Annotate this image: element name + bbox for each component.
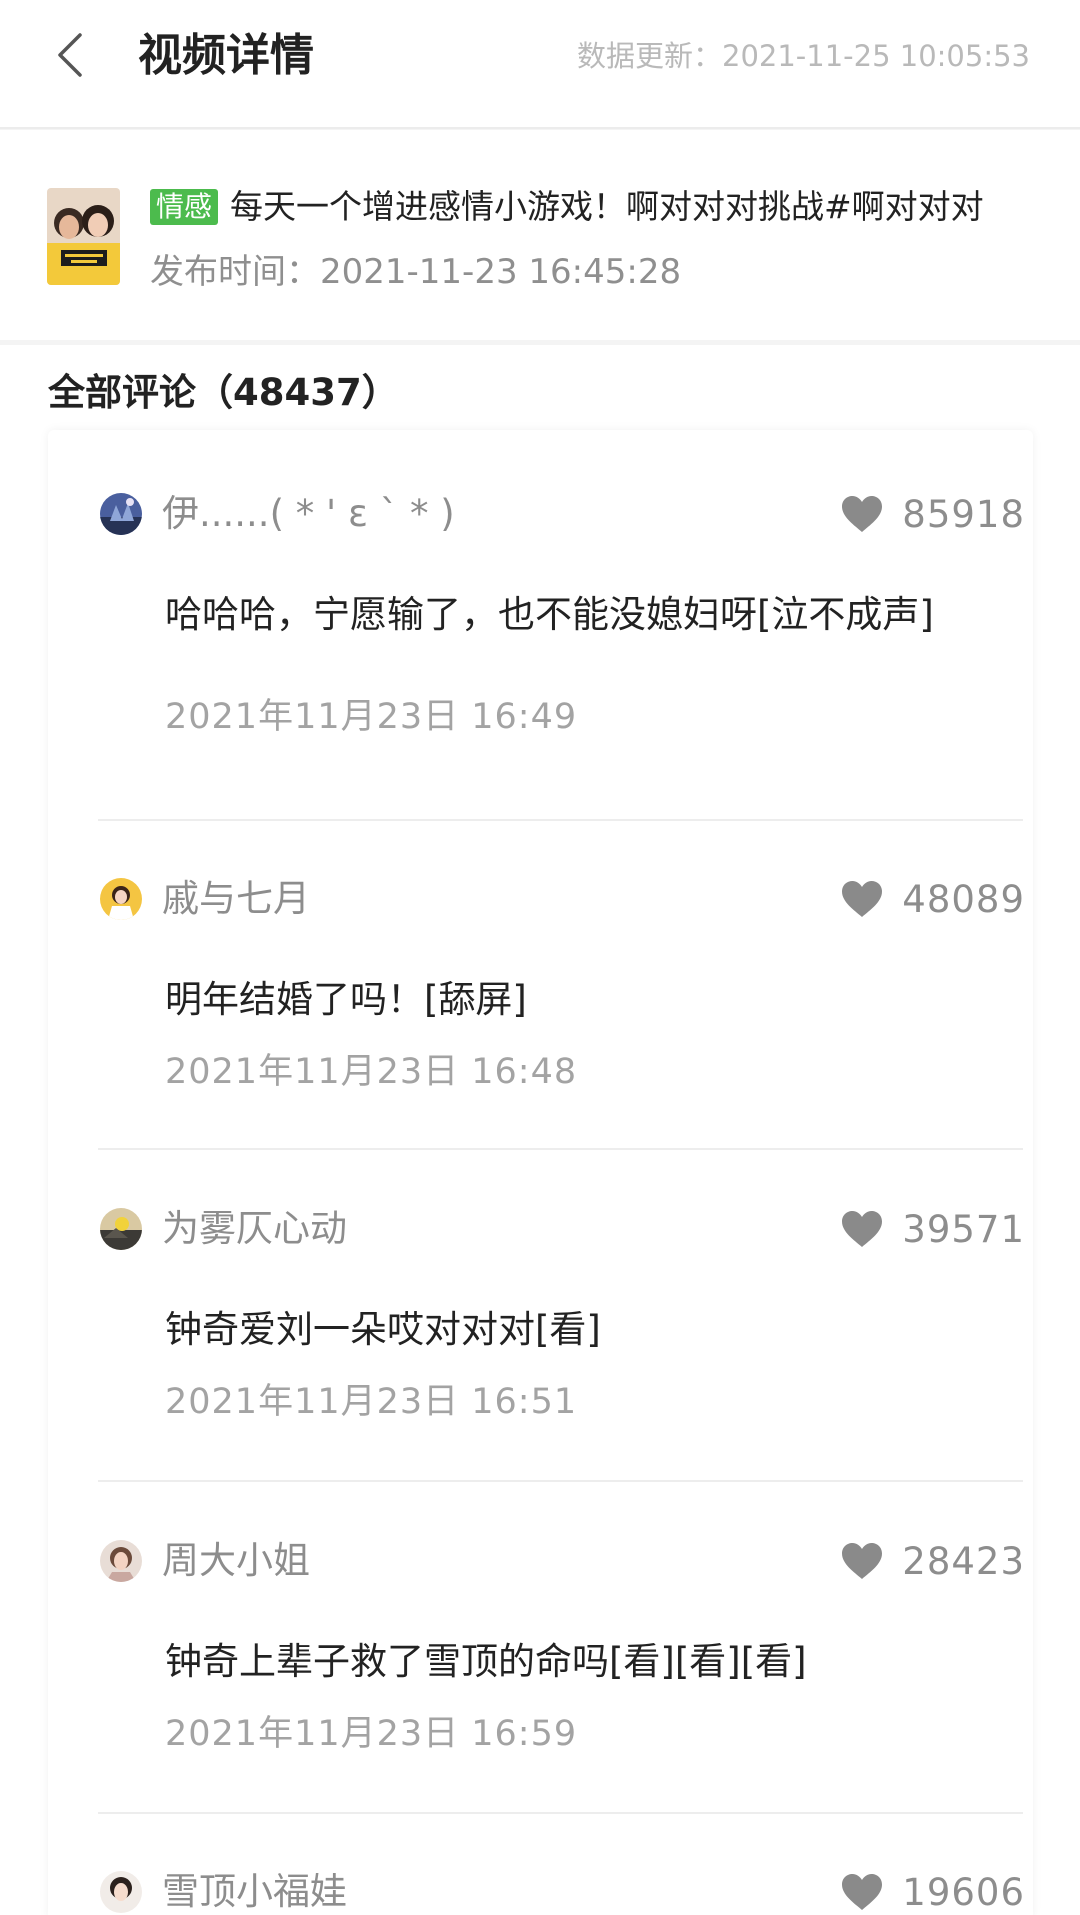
- page: 视频详情 数据更新：2021-11-25 10:05:53 情感 每天一个增进感…: [0, 0, 1080, 1915]
- heart-icon: [842, 1211, 883, 1247]
- comment-header: 伊......( * ' ε ` * ) 85918: [100, 490, 1025, 540]
- like-button[interactable]: 19606: [840, 1868, 1025, 1915]
- video-info-card[interactable]: 情感 每天一个增进感情小游戏！啊对对对挑战#啊对对对 发布时间：2021-11-…: [0, 130, 1080, 340]
- like-button[interactable]: 48089: [840, 875, 1025, 923]
- comment-header: 周大小姐 28423: [100, 1537, 1025, 1587]
- like-count: 39571: [902, 1207, 1025, 1251]
- username[interactable]: 周大小姐: [162, 1537, 310, 1585]
- category-tag: 情感: [150, 189, 219, 225]
- comment-divider: [98, 819, 1023, 821]
- comment-header: 为雾仄心动 39571: [100, 1205, 1025, 1255]
- heart-icon: [842, 1874, 883, 1910]
- comment-header: 雪顶小福娃 19606: [100, 1868, 1025, 1915]
- comments-header: 全部评论（48437）: [48, 371, 399, 414]
- comment-time: 2021年11月23日 16:51: [165, 1382, 578, 1422]
- avatar[interactable]: [100, 493, 142, 535]
- avatar[interactable]: [100, 1871, 142, 1913]
- comment-header: 戚与七月 48089: [100, 875, 1025, 925]
- like-button[interactable]: 39571: [840, 1205, 1025, 1253]
- comment-divider: [98, 1480, 1023, 1482]
- heart-icon: [842, 1543, 883, 1579]
- username[interactable]: 戚与七月: [162, 875, 310, 923]
- like-count: 28423: [902, 1539, 1025, 1583]
- username[interactable]: 雪顶小福娃: [162, 1868, 347, 1915]
- heart-icon: [842, 881, 883, 917]
- like-count: 19606: [902, 1870, 1025, 1914]
- avatar[interactable]: [100, 1540, 142, 1582]
- like-count: 85918: [902, 492, 1025, 536]
- back-button[interactable]: [44, 30, 94, 80]
- comment-text: 明年结婚了吗！[舔屏]: [165, 978, 527, 1021]
- like-button[interactable]: 85918: [840, 490, 1025, 538]
- comment-time: 2021年11月23日 16:59: [165, 1714, 578, 1754]
- avatar[interactable]: [100, 1208, 142, 1250]
- publish-time: 发布时间：2021-11-23 16:45:28: [150, 252, 682, 292]
- comments-section: 全部评论（48437） 伊......( * ' ε ` * ) 85918 哈…: [0, 345, 1080, 1915]
- comment-text: 哈哈哈，宁愿输了，也不能没媳妇呀[泣不成声]: [165, 593, 934, 636]
- video-thumbnail[interactable]: [47, 188, 120, 285]
- comment-text: 钟奇爱刘一朵哎对对对[看]: [165, 1308, 601, 1351]
- like-button[interactable]: 28423: [840, 1537, 1025, 1585]
- comment-text: 钟奇上辈子救了雪顶的命吗[看][看][看]: [165, 1640, 807, 1683]
- avatar[interactable]: [100, 878, 142, 920]
- like-count: 48089: [902, 877, 1025, 921]
- video-title[interactable]: 每天一个增进感情小游戏！啊对对对挑战#啊对对对: [230, 186, 984, 228]
- heart-icon: [842, 496, 883, 532]
- comment-divider: [98, 1812, 1023, 1814]
- comment-list[interactable]: 伊......( * ' ε ` * ) 85918 哈哈哈，宁愿输了，也不能没…: [48, 430, 1033, 1915]
- comment-divider: [98, 1148, 1023, 1150]
- chevron-left-icon: [58, 33, 82, 77]
- data-update-time: 数据更新：2021-11-25 10:05:53: [577, 39, 1030, 73]
- username[interactable]: 为雾仄心动: [162, 1205, 347, 1253]
- video-title-row: 情感 每天一个增进感情小游戏！啊对对对挑战#啊对对对: [150, 186, 1030, 228]
- comment-time: 2021年11月23日 16:48: [165, 1052, 578, 1092]
- username[interactable]: 伊......( * ' ε ` * ): [162, 490, 455, 538]
- page-title: 视频详情: [138, 30, 314, 81]
- comment-time: 2021年11月23日 16:49: [165, 697, 578, 737]
- top-bar: 视频详情 数据更新：2021-11-25 10:05:53: [0, 0, 1080, 129]
